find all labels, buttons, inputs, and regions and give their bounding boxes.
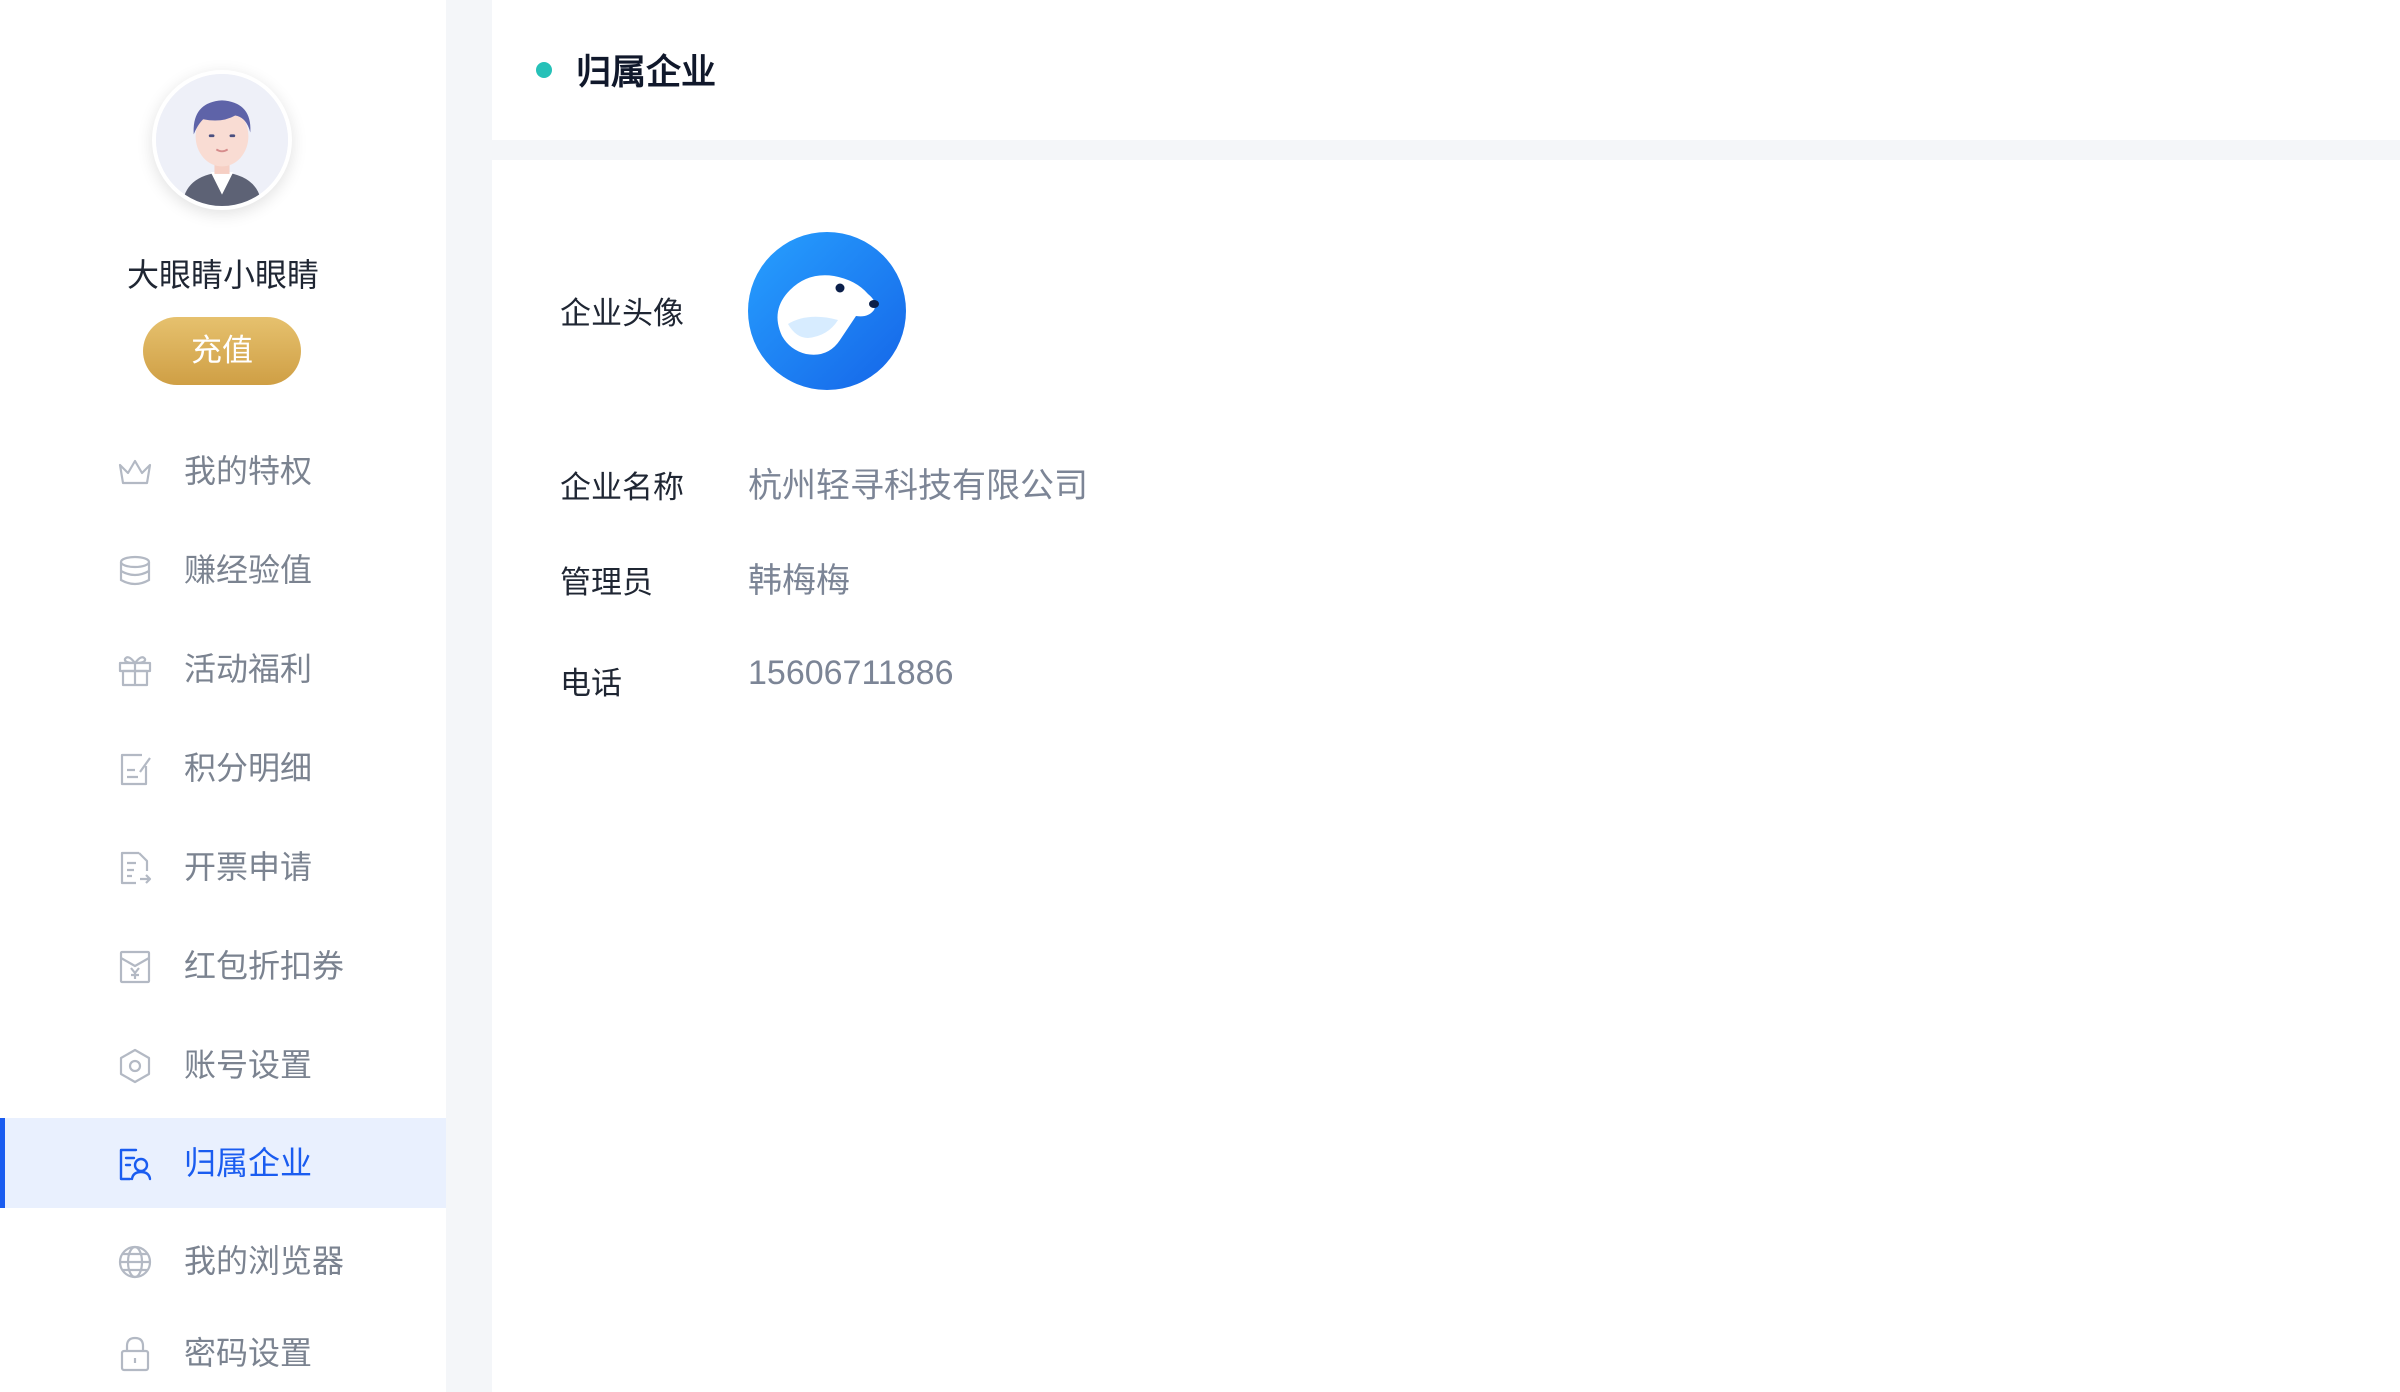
sidebar-item-activities[interactable]: 活动福利 — [0, 624, 446, 714]
company-logo — [748, 232, 906, 390]
edit-document-icon — [116, 750, 154, 788]
admin-label: 管理员 — [560, 565, 653, 600]
company-name-value: 杭州轻寻科技有限公司 — [748, 467, 1088, 505]
sidebar-item-browser[interactable]: 我的浏览器 — [0, 1216, 446, 1306]
gift-icon — [116, 651, 154, 689]
avatar-illustration-icon — [156, 74, 288, 206]
coin-stack-icon — [116, 552, 154, 590]
sidebar-item-label: 红包折扣券 — [184, 948, 345, 984]
invoice-icon — [116, 849, 154, 887]
page-title: 归属企业 — [576, 53, 717, 92]
red-envelope-icon — [116, 948, 154, 986]
seal-logo-icon — [748, 232, 906, 390]
page-header: 归属企业 — [492, 0, 2400, 140]
company-name-label: 企业名称 — [560, 470, 684, 505]
sidebar-item-points[interactable]: 积分明细 — [0, 723, 446, 813]
phone-value: 15606711886 — [748, 654, 954, 692]
sidebar-item-label: 开票申请 — [184, 849, 313, 885]
user-avatar[interactable] — [152, 70, 292, 210]
globe-icon — [116, 1243, 154, 1281]
sidebar-item-enterprise[interactable]: 归属企业 — [0, 1118, 446, 1208]
sidebar-item-label: 我的浏览器 — [184, 1243, 345, 1279]
username: 大眼睛小眼睛 — [126, 257, 319, 293]
sidebar-item-coupons[interactable]: 红包折扣券 — [0, 921, 446, 1011]
hexagon-settings-icon — [116, 1047, 154, 1085]
sidebar-item-label: 积分明细 — [184, 750, 313, 786]
sidebar-item-label: 我的特权 — [184, 453, 313, 489]
sidebar-item-account-settings[interactable]: 账号设置 — [0, 1020, 446, 1110]
sidebar-item-label: 赚经验值 — [184, 552, 313, 588]
sidebar-item-invoice[interactable]: 开票申请 — [0, 822, 446, 912]
sidebar-item-label: 活动福利 — [184, 651, 313, 687]
enterprise-user-icon — [116, 1145, 154, 1183]
sidebar-item-label: 归属企业 — [184, 1145, 313, 1181]
recharge-button[interactable]: 充值 — [143, 317, 301, 385]
sidebar-item-password[interactable]: 密码设置 — [0, 1308, 446, 1392]
crown-icon — [116, 453, 154, 491]
sidebar: 大眼睛小眼睛 充值 我的特权 赚经验值 活动福利 积分明细 开票申请 红包折扣券… — [0, 0, 446, 1392]
phone-label: 电话 — [560, 666, 622, 701]
sidebar-item-earn-exp[interactable]: 赚经验值 — [0, 525, 446, 615]
sidebar-item-privileges[interactable]: 我的特权 — [0, 426, 446, 516]
enterprise-info-panel: 企业头像 企业名称 杭州轻寻科技有限公司 管理员 韩梅梅 电话 15606711… — [492, 160, 2400, 1392]
sidebar-item-label: 密码设置 — [184, 1335, 313, 1371]
lock-icon — [116, 1335, 154, 1373]
sidebar-item-label: 账号设置 — [184, 1047, 313, 1083]
company-avatar-label: 企业头像 — [560, 296, 684, 331]
header-dot-icon — [536, 62, 552, 78]
admin-value: 韩梅梅 — [748, 562, 850, 600]
